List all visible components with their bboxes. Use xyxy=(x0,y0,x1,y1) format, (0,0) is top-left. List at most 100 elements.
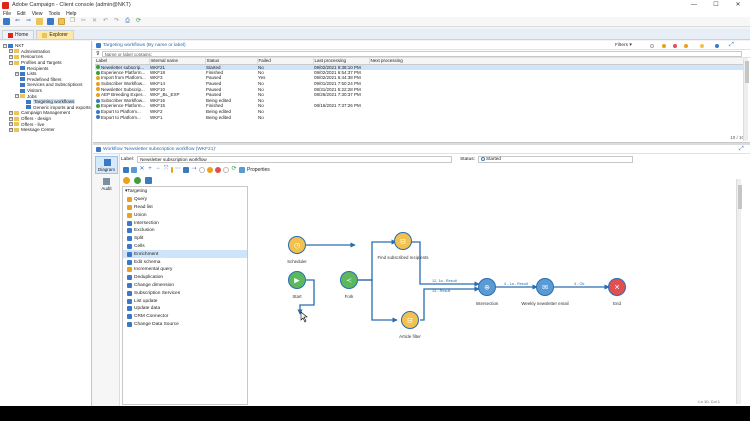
layout-icon[interactable] xyxy=(123,166,129,173)
folder-icon[interactable] xyxy=(36,18,43,25)
zoom-out-icon[interactable]: − xyxy=(155,166,161,173)
activity-article[interactable]: ⊟ Article filter xyxy=(399,311,421,340)
maximize-list-icon[interactable]: ⤢ xyxy=(729,42,734,49)
activity-intersection[interactable]: ⊕ Intersection xyxy=(476,278,499,307)
print-icon[interactable]: ⎙ xyxy=(124,18,131,25)
undo-icon[interactable]: ↶ xyxy=(102,18,109,25)
activity-find[interactable]: ⊟ Find subscribed recipients xyxy=(377,232,429,261)
palette-item[interactable]: Enrichment xyxy=(123,250,247,259)
palette-item[interactable]: Exclusion xyxy=(123,227,247,235)
collapse-icon[interactable]: − xyxy=(9,60,13,65)
palette-item[interactable]: Incremental query xyxy=(123,266,247,274)
new-workflow-icon[interactable] xyxy=(700,43,704,48)
list-scrollbar-thumb[interactable] xyxy=(744,61,749,83)
explorer-icon[interactable] xyxy=(47,18,54,25)
palette-item[interactable]: CRM Connector xyxy=(123,313,247,321)
palette-item[interactable]: Read list xyxy=(123,204,247,212)
align-icon[interactable] xyxy=(171,166,173,173)
menu-help[interactable]: Help xyxy=(66,11,76,17)
copy-icon[interactable]: ❐ xyxy=(69,18,76,25)
more-icon[interactable]: ⋯ xyxy=(175,166,181,173)
expand-icon[interactable]: + xyxy=(9,49,13,54)
search-input[interactable]: Name or label contains: xyxy=(101,50,742,57)
refresh-list-icon[interactable] xyxy=(715,43,719,48)
menu-file[interactable]: File xyxy=(3,11,11,17)
menu-tools[interactable]: Tools xyxy=(48,11,60,17)
palette-item[interactable]: Change dimension xyxy=(123,282,247,290)
collapse-icon[interactable]: − xyxy=(15,94,19,99)
new-icon[interactable] xyxy=(3,18,10,25)
stop-workflow-icon[interactable] xyxy=(215,166,221,173)
diagram-view-button[interactable]: Diagram xyxy=(95,156,118,174)
palette-item[interactable]: Intersection xyxy=(123,219,247,227)
palette-item[interactable]: Edit schema xyxy=(123,258,247,266)
minimize-button[interactable]: — xyxy=(683,0,705,10)
collapse-icon[interactable]: − xyxy=(3,43,7,48)
palette-item[interactable]: Change Data Source xyxy=(123,321,247,329)
canvas-scrollbar-thumb[interactable] xyxy=(737,185,742,209)
tab-home[interactable]: Home xyxy=(2,30,35,39)
unconditional-stop-icon[interactable] xyxy=(223,166,229,173)
expand-icon[interactable]: + xyxy=(9,127,13,132)
palette-item[interactable]: Cells xyxy=(123,243,247,251)
close-window-button[interactable]: ✕ xyxy=(727,0,749,10)
workflow-diagram[interactable]: 12, 1a - Result 14 - Result 4 - 1a - Res… xyxy=(252,177,742,406)
palette-item[interactable]: Subscription Services xyxy=(123,289,247,297)
maximize-detail-icon[interactable]: ⤢ xyxy=(739,146,744,153)
menu-edit[interactable]: Edit xyxy=(17,11,26,17)
audit-view-button[interactable]: Audit xyxy=(95,176,118,194)
palette-item[interactable]: Union xyxy=(123,211,247,219)
flow-control-category-icon[interactable] xyxy=(134,177,141,184)
activity-scheduler[interactable]: ◷ Scheduler xyxy=(287,236,307,265)
palette-item[interactable]: Split xyxy=(123,235,247,243)
fit-icon[interactable]: ⤧ xyxy=(163,166,169,173)
actions-category-icon[interactable] xyxy=(145,177,152,184)
label-field[interactable]: Newsletter subscription workflow xyxy=(137,155,453,163)
activity-start[interactable]: ▶ Start xyxy=(288,271,306,300)
redo-icon[interactable]: ↷ xyxy=(113,18,120,25)
workflow-canvas[interactable]: 12, 1a - Result 14 - Result 4 - 1a - Res… xyxy=(252,177,742,406)
palette-item[interactable]: Deduplication xyxy=(123,274,247,282)
palette-item[interactable]: List update xyxy=(123,297,247,305)
targeting-category-icon[interactable] xyxy=(123,177,130,184)
refresh-icon[interactable]: ⟳ xyxy=(135,18,142,25)
tab-explorer[interactable]: Explorer xyxy=(36,30,74,39)
activity-end[interactable]: ✕ End xyxy=(608,278,626,307)
tree-node[interactable]: + Message Center xyxy=(0,127,91,133)
zoom-in-icon[interactable]: + xyxy=(147,166,153,173)
maximize-button[interactable]: ☐ xyxy=(705,0,727,10)
palette-item[interactable]: Query xyxy=(123,196,247,204)
expand-icon[interactable]: + xyxy=(9,110,13,115)
expand-icon[interactable]: + xyxy=(9,116,13,121)
warning-icon[interactable] xyxy=(684,43,688,48)
grid-icon[interactable] xyxy=(131,166,137,173)
stop-all-icon[interactable] xyxy=(673,43,677,48)
delete-activity-icon[interactable]: ✕ xyxy=(139,166,145,173)
pause-all-icon[interactable] xyxy=(662,43,666,48)
list-scrollbar[interactable] xyxy=(743,59,749,141)
restart-icon[interactable]: ⟳ xyxy=(231,166,237,173)
properties-button[interactable]: Properties xyxy=(247,167,270,173)
route-icon[interactable] xyxy=(183,166,189,173)
palette-item[interactable]: Update data xyxy=(123,305,247,313)
expand-icon[interactable]: + xyxy=(9,54,13,59)
expand-icon[interactable]: + xyxy=(9,122,13,127)
table-row[interactable]: Export to Platform... WKF1 Being edited No xyxy=(95,114,747,120)
filters-button[interactable]: Filters ▾ xyxy=(615,43,632,48)
filter-toggle-icon[interactable] xyxy=(650,43,654,48)
cut-icon[interactable]: ✂ xyxy=(80,18,87,25)
activity-fork[interactable]: ≺ Fork xyxy=(340,271,358,300)
properties-icon[interactable] xyxy=(239,166,245,173)
menu-view[interactable]: View xyxy=(32,11,43,17)
start-workflow-icon[interactable] xyxy=(199,166,205,173)
back-icon[interactable]: ⇐ xyxy=(14,18,21,25)
delete-icon[interactable]: ✕ xyxy=(91,18,98,25)
activity-email[interactable]: ✉ Weekly newsletter email xyxy=(521,278,569,307)
palette-category[interactable]: ▾ Targeting xyxy=(123,188,247,196)
pause-workflow-icon[interactable] xyxy=(207,166,213,173)
forward-icon[interactable]: ⇒ xyxy=(25,18,32,25)
expand-icon[interactable]: + xyxy=(15,71,19,76)
highlight-icon[interactable] xyxy=(58,18,65,25)
connect-icon[interactable]: ⇢ xyxy=(191,166,197,173)
canvas-scrollbar[interactable] xyxy=(736,179,742,404)
